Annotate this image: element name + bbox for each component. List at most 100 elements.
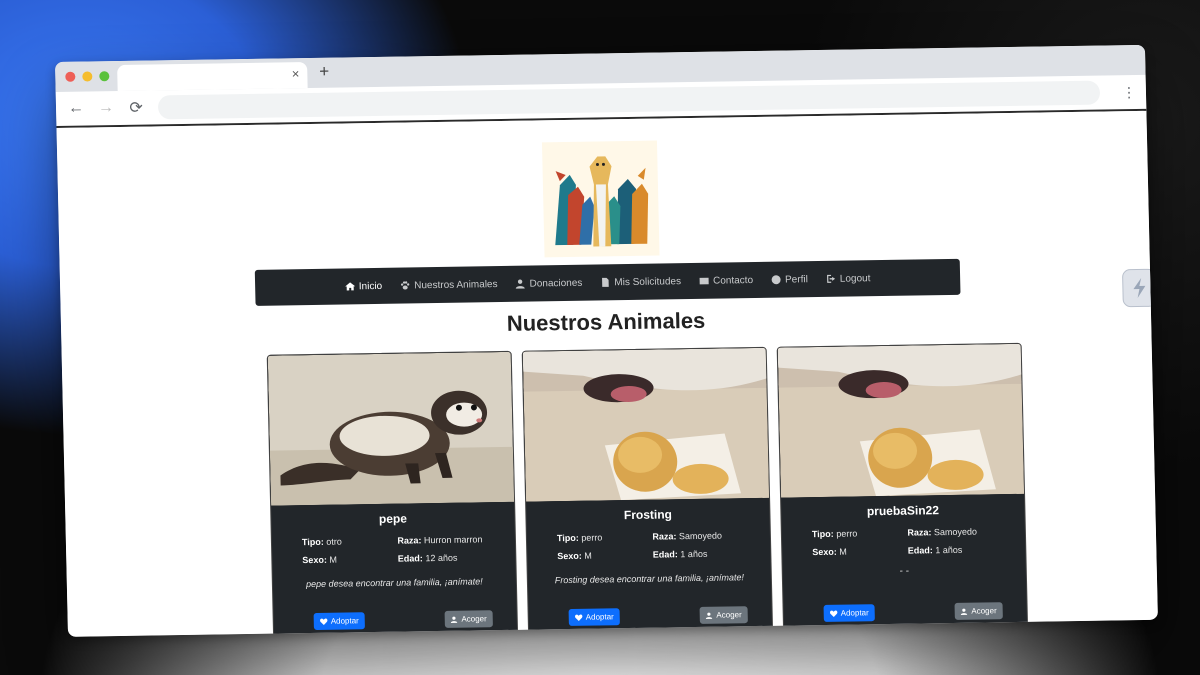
attr-value: M <box>584 550 592 561</box>
close-window-button[interactable] <box>65 71 76 82</box>
attr-label: Edad: <box>907 545 933 556</box>
foster-label: Acoger <box>461 614 487 624</box>
attr-tipo: Tipo: otro <box>302 536 398 548</box>
attr-raza: Raza: Samoyedo <box>907 526 1003 538</box>
browser-tab[interactable]: × <box>117 62 308 92</box>
animal-card: pepe Tipo: otro Raza: Hurron marron Sexo… <box>266 350 519 637</box>
foster-label: Acoger <box>971 606 997 616</box>
attr-label: Raza: <box>652 531 677 542</box>
attr-label: Sexo: <box>302 554 327 566</box>
animal-name: pruebaSin22 <box>866 503 940 519</box>
minimize-window-button[interactable] <box>82 71 93 82</box>
animal-photo <box>522 347 770 502</box>
nav-item-mis-solicitudes[interactable]: Mis Solicitudes <box>600 276 681 288</box>
attr-sexo: Sexo: M <box>557 550 653 562</box>
site-logo[interactable] <box>541 140 660 258</box>
forward-icon[interactable]: → <box>98 99 114 117</box>
nav-item-label: Perfil <box>784 273 808 286</box>
attr-value: Samoyedo <box>678 530 723 542</box>
attr-label: Tipo: <box>811 528 834 540</box>
dogs-logo-icon <box>544 143 657 255</box>
maximize-window-button[interactable] <box>99 71 110 82</box>
back-icon[interactable]: ← <box>68 100 84 118</box>
animal-photo <box>777 343 1025 498</box>
adopt-button[interactable]: Adoptar <box>823 604 875 622</box>
nav-item-donaciones[interactable]: Donaciones <box>515 277 582 289</box>
animal-description: Frosting desea encontrar una familia, ¡a… <box>554 572 745 586</box>
attr-tipo: Tipo: perro <box>557 532 653 543</box>
animal-attributes: Tipo: perro Raza: Samoyedo Sexo: M Edad:… <box>812 526 1004 558</box>
attr-value: 12 años <box>425 552 458 564</box>
nav-item-nuestros-animales[interactable]: Nuestros Animales <box>400 279 498 292</box>
foster-label: Acoger <box>716 610 742 620</box>
foster-button[interactable]: Acoger <box>444 610 493 628</box>
nav-item-label: Contacto <box>712 274 754 287</box>
foster-button[interactable]: Acoger <box>954 602 1003 620</box>
user-circle-icon <box>771 275 781 285</box>
file-icon <box>602 277 609 287</box>
heart-icon <box>575 614 583 621</box>
envelope-icon <box>699 277 709 285</box>
page-content: Inicio Nuestros Animales Donaciones Mis … <box>56 110 1158 637</box>
adopt-button[interactable]: Adoptar <box>313 612 365 630</box>
user-icon <box>705 612 712 619</box>
card-actions: Adoptar Acoger <box>274 610 517 631</box>
attr-value: 1 años <box>680 548 708 560</box>
user-icon <box>960 608 967 615</box>
attr-value: M <box>839 546 847 557</box>
adopt-button[interactable]: Adoptar <box>568 608 620 626</box>
adopt-label: Adoptar <box>330 616 359 626</box>
animal-attributes: Tipo: otro Raza: Hurron marron Sexo: M E… <box>302 534 494 565</box>
nav-item-inicio[interactable]: Inicio <box>344 280 383 292</box>
new-tab-button[interactable]: + <box>319 62 329 82</box>
attr-value: perro <box>581 532 603 543</box>
attr-value: perro <box>836 528 858 539</box>
animal-description: pepe desea encontrar una familia, ¡aníma… <box>305 576 483 590</box>
animal-photo <box>267 351 515 506</box>
attr-edad: Edad: 1 años <box>652 548 749 560</box>
attr-tipo: Tipo: perro <box>812 528 908 539</box>
user-icon <box>450 616 457 623</box>
reload-icon[interactable]: ⟳ <box>128 98 144 118</box>
tab-close-icon[interactable]: × <box>292 66 300 81</box>
attr-value: 1 años <box>935 544 963 556</box>
nav-item-contacto[interactable]: Contacto <box>699 275 753 287</box>
nav-item-label: Logout <box>839 272 871 285</box>
attr-value: Hurron marron <box>423 534 483 546</box>
foster-button[interactable]: Acoger <box>699 606 748 624</box>
nav-item-label: Donaciones <box>529 277 583 290</box>
attr-label: Raza: <box>907 527 932 538</box>
animal-name: Frosting <box>623 507 673 523</box>
page-title: Nuestros Animales <box>506 307 706 336</box>
nav-item-perfil[interactable]: Perfil <box>771 274 808 286</box>
attr-value: Samoyedo <box>933 526 978 538</box>
paw-icon <box>400 281 410 290</box>
attr-sexo: Sexo: M <box>812 546 908 558</box>
window-controls <box>65 71 110 82</box>
user-icon <box>516 279 526 289</box>
home-icon <box>344 282 355 291</box>
main-navbar: Inicio Nuestros Animales Donaciones Mis … <box>254 258 961 306</box>
nav-item-label: Mis Solicitudes <box>614 275 682 288</box>
animal-description: - - <box>899 565 910 577</box>
animal-cards: pepe Tipo: otro Raza: Hurron marron Sexo… <box>266 342 1029 637</box>
animal-attributes: Tipo: perro Raza: Samoyedo Sexo: M Edad:… <box>557 530 749 562</box>
logout-icon <box>826 274 835 283</box>
attr-label: Edad: <box>652 549 678 560</box>
attr-raza: Raza: Hurron marron <box>397 534 493 545</box>
attr-edad: Edad: 1 años <box>907 544 1004 556</box>
animal-card: Frosting Tipo: perro Raza: Samoyedo Sexo… <box>521 346 774 637</box>
nav-item-logout[interactable]: Logout <box>826 273 871 285</box>
nav-item-label: Inicio <box>358 280 383 292</box>
attr-edad: Edad: 12 años <box>398 552 494 564</box>
browser-menu-icon[interactable]: ⋮ <box>1122 84 1136 101</box>
heart-icon <box>320 618 328 625</box>
attr-label: Tipo: <box>556 532 579 544</box>
browser-window: × + ← → ⟳ ⋮ Inicio Nuestros Animales Don… <box>55 44 1158 637</box>
attr-label: Sexo: <box>557 550 582 562</box>
card-actions: Adoptar Acoger <box>529 606 772 627</box>
attr-sexo: Sexo: M <box>302 554 398 566</box>
bolt-icon <box>1133 277 1146 299</box>
attr-label: Raza: <box>397 535 422 546</box>
attr-raza: Raza: Samoyedo <box>652 530 748 542</box>
